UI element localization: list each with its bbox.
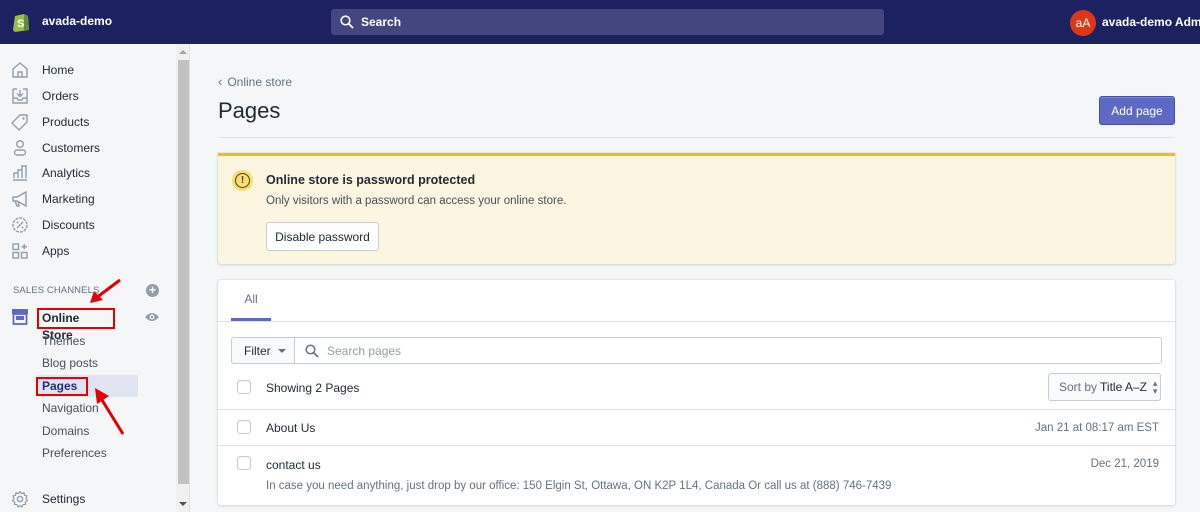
row-divider <box>218 409 1175 410</box>
filter-label: Filter <box>244 343 271 358</box>
sidebar-item-apps[interactable]: Apps <box>0 240 170 262</box>
filter-button[interactable]: Filter <box>231 337 295 364</box>
row-checkbox[interactable] <box>237 420 251 434</box>
sort-arrows-icon: ▴ ▾ <box>1152 378 1158 396</box>
scroll-up-arrow-icon[interactable] <box>179 50 187 54</box>
pages-card: All Filter Showing 2 Pages Sort by Title… <box>218 280 1175 505</box>
sidebar-item-label: Products <box>42 115 90 129</box>
sidebar: Home Orders Products Customers Analytics… <box>0 44 176 512</box>
sidebar-item-label: Marketing <box>42 192 95 206</box>
page-date: Jan 21 at 08:17 am EST <box>1034 422 1159 434</box>
sidebar-item-label: Discounts <box>42 218 95 232</box>
page-title: Pages <box>218 98 281 123</box>
caret-down-icon <box>277 348 286 353</box>
banner-text: Only visitors with a password can access… <box>266 195 567 207</box>
search-icon <box>340 15 354 29</box>
sidebar-subitem-themes[interactable]: Themes <box>42 334 85 348</box>
global-search-input[interactable]: Search <box>331 9 884 35</box>
store-name[interactable]: avada-demo <box>42 14 112 28</box>
page-description: In case you need anything, just drop by … <box>266 480 892 492</box>
annotation-arrow-icon <box>95 388 125 435</box>
search-pages-input[interactable] <box>327 343 1027 358</box>
page-title-link[interactable]: About Us <box>266 421 315 435</box>
row-divider <box>218 445 1175 446</box>
sidebar-subitem-blog-posts[interactable]: Blog posts <box>42 356 98 370</box>
gear-icon <box>11 490 29 508</box>
sidebar-item-settings[interactable]: Settings <box>0 488 170 510</box>
search-icon <box>305 343 319 358</box>
sort-value: Title A–Z <box>1100 380 1147 394</box>
discount-icon <box>12 217 28 233</box>
scrollbar-thumb[interactable] <box>178 60 189 484</box>
breadcrumb[interactable]: ‹ Online store <box>218 74 292 89</box>
annotation-arrow-icon <box>90 278 121 303</box>
sidebar-item-customers[interactable]: Customers <box>0 137 170 159</box>
add-page-button[interactable]: Add page <box>1099 96 1175 125</box>
add-sales-channel-button[interactable]: + <box>146 284 159 297</box>
sidebar-scrollbar[interactable] <box>176 44 190 512</box>
avatar[interactable]: aA <box>1070 10 1096 36</box>
sidebar-item-label: Analytics <box>42 166 91 180</box>
page-date: Dec 21, 2019 <box>1090 458 1159 470</box>
sidebar-item-label: Customers <box>42 141 101 155</box>
sidebar-subitem-pages[interactable]: Pages <box>36 377 88 396</box>
row-checkbox[interactable] <box>237 456 251 470</box>
sidebar-item-orders[interactable]: Orders <box>0 85 170 107</box>
orders-icon <box>12 88 28 104</box>
sidebar-item-label: Orders <box>42 89 79 103</box>
person-icon <box>13 140 27 156</box>
tag-icon <box>11 114 28 131</box>
eye-icon[interactable] <box>144 311 160 323</box>
search-pages-field[interactable] <box>294 337 1162 364</box>
sort-prefix: Sort by <box>1059 380 1098 394</box>
sidebar-subitem-domains[interactable]: Domains <box>42 424 89 438</box>
warning-icon: ! <box>232 170 253 191</box>
sidebar-item-marketing[interactable]: Marketing <box>0 188 170 210</box>
search-placeholder: Search <box>361 15 402 29</box>
breadcrumb-link[interactable]: Online store <box>227 75 292 89</box>
megaphone-icon <box>12 190 27 208</box>
sort-select[interactable]: Sort by Title A–Z ▴ ▾ <box>1048 373 1161 401</box>
sidebar-item-home[interactable]: Home <box>0 59 170 81</box>
apps-icon <box>12 243 28 259</box>
sidebar-item-label: Settings <box>42 492 86 506</box>
bar-chart-icon <box>13 165 27 181</box>
home-icon <box>12 62 28 78</box>
scroll-down-arrow-icon[interactable] <box>179 502 187 506</box>
sidebar-item-label: Apps <box>42 244 70 258</box>
svg-text:S: S <box>17 18 24 30</box>
top-bar: S avada-demo Search aA avada-demo Admin <box>0 0 1200 44</box>
online-store-icon <box>12 309 28 325</box>
disable-password-button[interactable]: Disable password <box>266 222 379 251</box>
password-protected-banner: ! Online store is password protected Onl… <box>218 153 1175 264</box>
sidebar-item-analytics[interactable]: Analytics <box>0 162 170 184</box>
tab-all[interactable]: All <box>231 280 271 321</box>
sidebar-item-products[interactable]: Products <box>0 111 170 133</box>
sidebar-item-discounts[interactable]: Discounts <box>0 214 170 236</box>
title-divider <box>218 137 1175 138</box>
user-name[interactable]: avada-demo Admin <box>1102 15 1200 29</box>
select-all-checkbox[interactable] <box>237 380 251 394</box>
sidebar-item-online-store[interactable]: Online Store <box>37 308 115 342</box>
shopify-logo-icon[interactable]: S <box>12 11 30 32</box>
page-title-link[interactable]: contact us <box>266 458 321 472</box>
banner-title: Online store is password protected <box>266 173 476 187</box>
showing-count: Showing 2 Pages <box>266 381 360 395</box>
chevron-left-icon: ‹ <box>218 74 223 89</box>
tabs-divider <box>218 321 1175 322</box>
sidebar-item-label: Home <box>42 63 75 77</box>
sidebar-subitem-preferences[interactable]: Preferences <box>42 446 107 460</box>
